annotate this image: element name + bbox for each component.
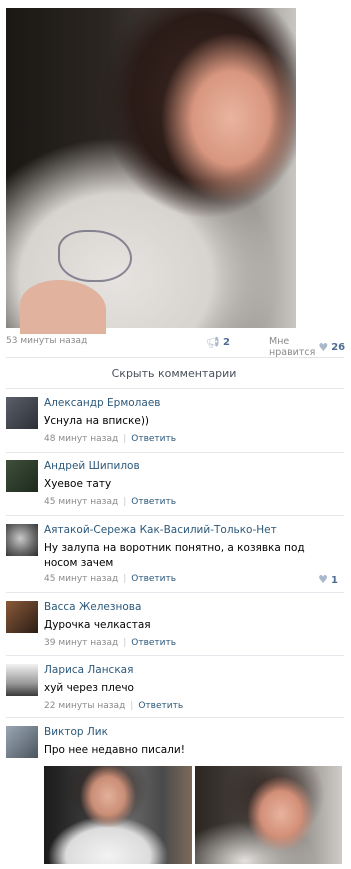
comment-text: Дурочка челкастая bbox=[44, 619, 151, 631]
reply-link[interactable]: Ответить bbox=[138, 701, 183, 711]
avatar[interactable] bbox=[6, 524, 38, 556]
post-meta: 53 минуты назад 📢︎ 2 Мне нравится ♥ 26 bbox=[6, 336, 345, 358]
comment-author[interactable]: Аятакой-Сережа Как-Василий-Только-Нет bbox=[44, 524, 277, 536]
divider bbox=[6, 515, 344, 516]
hand-shape bbox=[20, 280, 106, 334]
comment-like-button[interactable]: ♥ 1 bbox=[318, 573, 338, 586]
comment-time[interactable]: 39 минут назад bbox=[44, 638, 118, 648]
comment-footer: 39 минут назад | Ответить bbox=[44, 638, 177, 648]
attached-photo[interactable] bbox=[195, 766, 342, 864]
comment-author[interactable]: Андрей Шипилов bbox=[44, 460, 140, 472]
share-button[interactable]: 📢︎ 2 bbox=[206, 336, 230, 349]
divider bbox=[6, 717, 344, 718]
comment-time[interactable]: 48 минут назад bbox=[44, 434, 118, 444]
comment-text: Про нее недавно писали! bbox=[44, 744, 185, 756]
tattoo-sketch bbox=[58, 230, 132, 282]
reply-link[interactable]: Ответить bbox=[131, 497, 176, 507]
divider bbox=[6, 388, 344, 389]
comment-text: Ну залупа на воротник понятно, а козявка… bbox=[44, 542, 305, 569]
heart-icon: ♥ bbox=[318, 340, 329, 354]
comment-like-count: 1 bbox=[331, 575, 338, 586]
comment-text: хуй через плечо bbox=[44, 682, 134, 694]
attached-photo[interactable] bbox=[44, 766, 192, 864]
avatar[interactable] bbox=[6, 460, 38, 492]
comment-text: Хуевое тату bbox=[44, 478, 112, 490]
comment-text: Уснула на вписке)) bbox=[44, 415, 150, 427]
divider bbox=[6, 655, 344, 656]
comment-author[interactable]: Александр Ермолаев bbox=[44, 397, 160, 409]
divider bbox=[6, 357, 344, 358]
avatar[interactable] bbox=[6, 726, 38, 758]
comment-footer: 22 минуты назад | Ответить bbox=[44, 701, 184, 711]
comment-footer: 45 минут назад | Ответить bbox=[44, 574, 177, 584]
reply-link[interactable]: Ответить bbox=[131, 434, 176, 444]
like-label: Мне нравится bbox=[269, 336, 316, 358]
post-timestamp[interactable]: 53 минуты назад bbox=[6, 336, 87, 346]
like-count: 26 bbox=[331, 341, 346, 353]
share-count: 2 bbox=[222, 337, 230, 348]
comment-footer: 48 минут назад | Ответить bbox=[44, 434, 177, 444]
comment-time[interactable]: 45 минут назад bbox=[44, 574, 118, 584]
comment-author[interactable]: Лариса Ланская bbox=[44, 664, 133, 676]
comment-author[interactable]: Виктор Лик bbox=[44, 726, 108, 738]
reply-link[interactable]: Ответить bbox=[131, 638, 176, 648]
comment-author[interactable]: Васса Железнова bbox=[44, 601, 141, 613]
comment-time[interactable]: 22 минуты назад bbox=[44, 701, 125, 711]
comment-time[interactable]: 45 минут назад bbox=[44, 497, 118, 507]
avatar[interactable] bbox=[6, 397, 38, 429]
reply-link[interactable]: Ответить bbox=[131, 574, 176, 584]
megaphone-icon: 📢︎ bbox=[206, 336, 220, 349]
like-button[interactable]: Мне нравится ♥ 26 bbox=[269, 336, 345, 358]
hide-comments-link[interactable]: Скрыть комментарии bbox=[6, 367, 342, 380]
avatar[interactable] bbox=[6, 601, 38, 633]
post-photo[interactable] bbox=[6, 8, 296, 334]
avatar[interactable] bbox=[6, 664, 38, 696]
heart-icon: ♥ bbox=[318, 573, 329, 586]
divider bbox=[6, 452, 344, 453]
comment-footer: 45 минут назад | Ответить bbox=[44, 497, 177, 507]
divider bbox=[6, 592, 344, 593]
